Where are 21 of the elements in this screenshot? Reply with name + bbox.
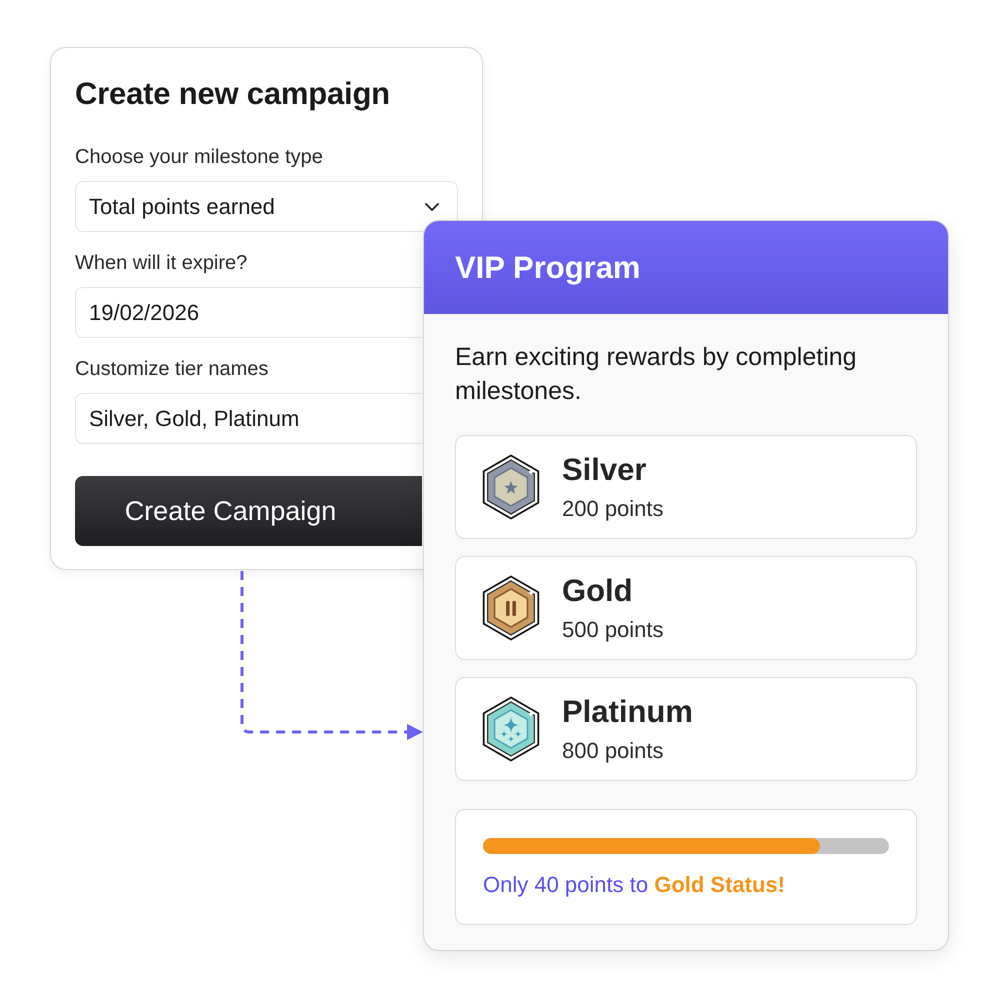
input-field[interactable]: 19/02/2026: [75, 287, 422, 338]
select-field[interactable]: Total points earned: [75, 181, 458, 232]
card-description: Earn exciting rewards by completing milestones.: [455, 342, 858, 407]
hexagon-sparkle-badge-icon: [482, 696, 540, 762]
hexagon-bars-badge-icon: [482, 575, 540, 641]
tier-name: Silver: [562, 453, 646, 487]
form-title: Create new campaign: [75, 75, 390, 113]
card-title: VIP Program: [455, 250, 641, 286]
tier-points: 800 points: [562, 739, 664, 763]
tier-points: 200 points: [562, 497, 664, 521]
field-label: Customize tier names: [75, 358, 268, 380]
chevron-down-icon: [425, 202, 439, 210]
field-label: When will it expire?: [75, 252, 248, 274]
field-label: Choose your milestone type: [75, 146, 323, 168]
tier-name: Platinum: [562, 695, 693, 729]
tier-points: 500 points: [562, 618, 664, 642]
progress-message: Only 40 points to Gold Status!: [483, 872, 785, 898]
create-campaign-button[interactable]: Create Campaign: [75, 476, 422, 546]
hexagon-star-badge-icon: [482, 454, 540, 520]
input-field[interactable]: Silver, Gold, Platinum: [75, 393, 422, 444]
tier-name: Gold: [562, 574, 633, 608]
